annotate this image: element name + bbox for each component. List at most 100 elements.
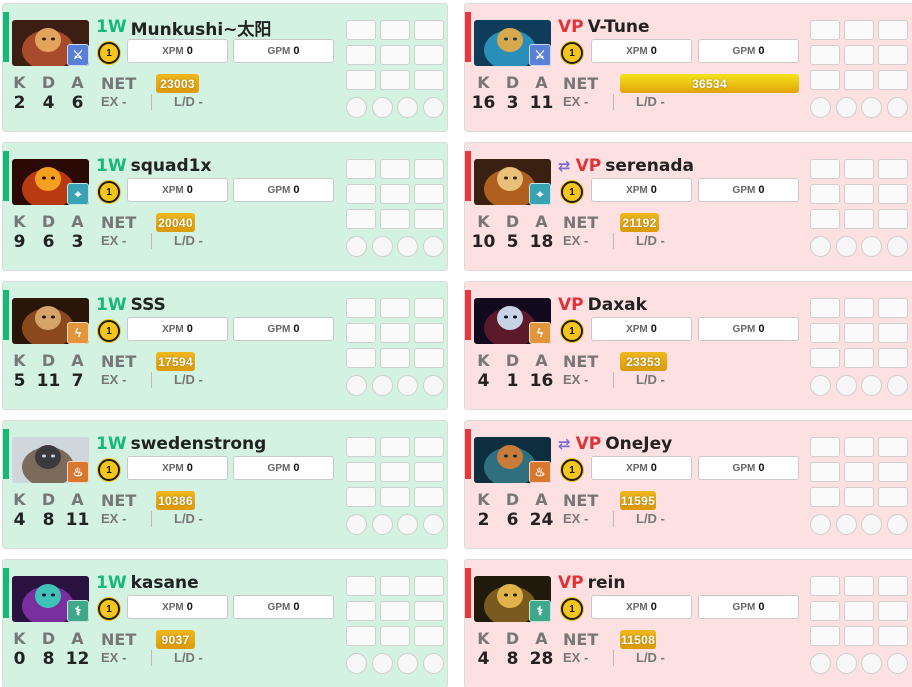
neutral-item-slot[interactable] bbox=[422, 97, 444, 118]
item-slot[interactable] bbox=[380, 601, 410, 621]
item-slot[interactable] bbox=[878, 348, 908, 368]
item-slot[interactable] bbox=[380, 348, 410, 368]
neutral-item-slot[interactable] bbox=[346, 653, 367, 674]
neutral-item-slot[interactable] bbox=[397, 375, 418, 396]
hero-portrait[interactable]: ♨ bbox=[474, 437, 551, 483]
neutral-item-slot[interactable] bbox=[886, 236, 908, 257]
neutral-item-slot[interactable] bbox=[861, 653, 882, 674]
player-name[interactable]: SSS bbox=[131, 295, 166, 315]
item-slot[interactable] bbox=[878, 487, 908, 507]
neutral-item-slot[interactable] bbox=[835, 375, 857, 396]
item-slot[interactable] bbox=[346, 601, 376, 621]
item-slot[interactable] bbox=[810, 576, 840, 596]
item-slot[interactable] bbox=[810, 437, 840, 457]
neutral-item-slot[interactable] bbox=[346, 236, 367, 257]
item-slot[interactable] bbox=[878, 323, 908, 343]
neutral-item-slot[interactable] bbox=[861, 514, 882, 535]
neutral-item-slot[interactable] bbox=[886, 97, 908, 118]
item-slot[interactable] bbox=[380, 45, 410, 65]
item-slot[interactable] bbox=[844, 20, 874, 40]
neutral-item-slot[interactable] bbox=[397, 653, 418, 674]
neutral-item-slot[interactable] bbox=[346, 514, 367, 535]
neutral-item-slot[interactable] bbox=[422, 653, 444, 674]
neutral-item-slot[interactable] bbox=[810, 375, 831, 396]
item-slot[interactable] bbox=[346, 576, 376, 596]
item-slot[interactable] bbox=[346, 437, 376, 457]
neutral-item-slot[interactable] bbox=[810, 97, 831, 118]
player-name[interactable]: kasane bbox=[131, 573, 199, 593]
item-slot[interactable] bbox=[380, 298, 410, 318]
item-slot[interactable] bbox=[844, 70, 874, 90]
item-slot[interactable] bbox=[380, 626, 410, 646]
item-slot[interactable] bbox=[810, 323, 840, 343]
radiant-player-card-4[interactable]: ♨ 1W swedenstrong 1 XPM 0 GPM 0 K4 D8 A1… bbox=[2, 420, 448, 549]
item-slot[interactable] bbox=[346, 159, 376, 179]
item-slot[interactable] bbox=[414, 298, 444, 318]
item-slot[interactable] bbox=[380, 20, 410, 40]
player-name[interactable]: V-Tune bbox=[588, 17, 650, 37]
item-slot[interactable] bbox=[810, 159, 840, 179]
neutral-item-slot[interactable] bbox=[886, 653, 908, 674]
item-slot[interactable] bbox=[810, 45, 840, 65]
hero-portrait[interactable]: ⚕ bbox=[474, 576, 551, 622]
item-slot[interactable] bbox=[414, 437, 444, 457]
item-slot[interactable] bbox=[878, 437, 908, 457]
item-slot[interactable] bbox=[414, 348, 444, 368]
item-slot[interactable] bbox=[878, 45, 908, 65]
neutral-item-slot[interactable] bbox=[371, 236, 393, 257]
item-slot[interactable] bbox=[346, 209, 376, 229]
hero-portrait[interactable]: ⌖ bbox=[12, 159, 89, 205]
item-slot[interactable] bbox=[810, 487, 840, 507]
item-slot[interactable] bbox=[844, 576, 874, 596]
neutral-item-slot[interactable] bbox=[886, 514, 908, 535]
hero-portrait[interactable]: ⚔ bbox=[12, 20, 89, 66]
item-slot[interactable] bbox=[810, 20, 840, 40]
neutral-item-slot[interactable] bbox=[835, 514, 857, 535]
player-name[interactable]: OneJey bbox=[605, 434, 672, 454]
item-slot[interactable] bbox=[810, 601, 840, 621]
neutral-item-slot[interactable] bbox=[397, 236, 418, 257]
item-slot[interactable] bbox=[380, 323, 410, 343]
neutral-item-slot[interactable] bbox=[861, 236, 882, 257]
item-slot[interactable] bbox=[810, 626, 840, 646]
item-slot[interactable] bbox=[346, 20, 376, 40]
radiant-player-card-3[interactable]: ϟ 1W SSS 1 XPM 0 GPM 0 K5 D 11 A7 NET 175… bbox=[2, 281, 448, 410]
neutral-item-slot[interactable] bbox=[371, 514, 393, 535]
radiant-player-card-2[interactable]: ⌖ 1W squad1x 1 XPM 0 GPM 0 K9 D6 A3 NET … bbox=[2, 142, 448, 271]
item-slot[interactable] bbox=[844, 487, 874, 507]
neutral-item-slot[interactable] bbox=[861, 97, 882, 118]
dire-player-card-5[interactable]: ⚕ VP rein 1 XPM 0 GPM 0 K4 D8 A 28 NET 11… bbox=[464, 559, 912, 687]
item-slot[interactable] bbox=[414, 184, 444, 204]
radiant-player-card-1[interactable]: ⚔ 1W Munkushi~太阳 1 XPM 0 GPM 0 K2 D4 A6 … bbox=[2, 3, 448, 132]
neutral-item-slot[interactable] bbox=[397, 97, 418, 118]
hero-portrait[interactable]: ϟ bbox=[12, 298, 89, 344]
item-slot[interactable] bbox=[414, 70, 444, 90]
neutral-item-slot[interactable] bbox=[422, 514, 444, 535]
neutral-item-slot[interactable] bbox=[861, 375, 882, 396]
neutral-item-slot[interactable] bbox=[810, 514, 831, 535]
item-slot[interactable] bbox=[844, 626, 874, 646]
item-slot[interactable] bbox=[844, 45, 874, 65]
item-slot[interactable] bbox=[878, 209, 908, 229]
neutral-item-slot[interactable] bbox=[371, 653, 393, 674]
item-slot[interactable] bbox=[346, 323, 376, 343]
item-slot[interactable] bbox=[844, 159, 874, 179]
item-slot[interactable] bbox=[414, 626, 444, 646]
player-name[interactable]: rein bbox=[588, 573, 626, 593]
item-slot[interactable] bbox=[346, 184, 376, 204]
item-slot[interactable] bbox=[878, 576, 908, 596]
item-slot[interactable] bbox=[810, 462, 840, 482]
neutral-item-slot[interactable] bbox=[835, 236, 857, 257]
neutral-item-slot[interactable] bbox=[371, 375, 393, 396]
neutral-item-slot[interactable] bbox=[346, 97, 367, 118]
dire-player-card-2[interactable]: ⌖ ⇄ VP serenada 1 XPM 0 GPM 0 K 10 D5 A 18… bbox=[464, 142, 912, 271]
item-slot[interactable] bbox=[878, 70, 908, 90]
player-name[interactable]: serenada bbox=[605, 156, 694, 176]
item-slot[interactable] bbox=[414, 462, 444, 482]
item-slot[interactable] bbox=[380, 576, 410, 596]
player-name[interactable]: Munkushi~太阳 bbox=[131, 15, 272, 40]
item-slot[interactable] bbox=[346, 298, 376, 318]
item-slot[interactable] bbox=[810, 184, 840, 204]
neutral-item-slot[interactable] bbox=[835, 97, 857, 118]
item-slot[interactable] bbox=[878, 626, 908, 646]
